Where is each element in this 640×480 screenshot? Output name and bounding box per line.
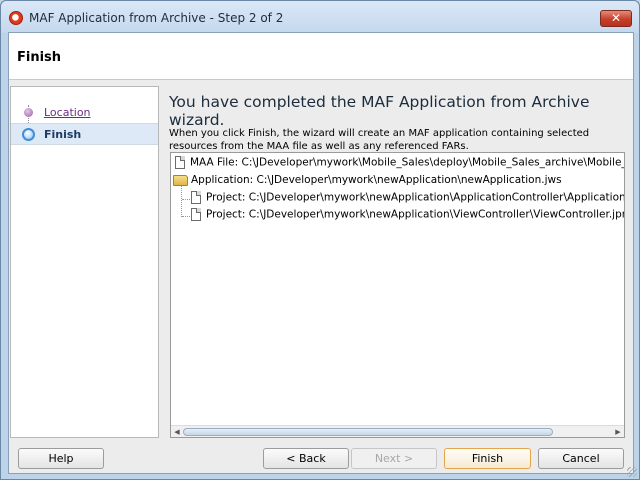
completion-description: When you click Finish, the wizard will c… <box>169 128 590 152</box>
resize-grip-icon[interactable] <box>627 467 637 477</box>
file-icon <box>191 191 201 204</box>
completion-heading: You have completed the MAF Application f… <box>169 93 590 129</box>
wizard-header: Finish <box>9 33 633 80</box>
wizard-body: Finish Location Finish You have complete… <box>8 32 634 474</box>
tree-node-project-viewcontroller[interactable]: Project: C:\JDeveloper\mywork\newApplica… <box>191 208 625 225</box>
file-icon <box>191 208 201 221</box>
train-step-finish: Finish <box>11 123 158 145</box>
tree-node-maa-file[interactable]: MAA File: C:\JDeveloper\mywork\Mobile_Sa… <box>175 156 625 173</box>
window-title: MAF Application from Archive - Step 2 of… <box>29 11 284 25</box>
finish-button[interactable]: Finish <box>444 448 531 469</box>
help-button[interactable]: Help <box>18 448 104 469</box>
tree-guide-line <box>182 199 190 200</box>
tree-node-label: Project: C:\JDeveloper\mywork\newApplica… <box>206 208 625 221</box>
close-button[interactable]: ✕ <box>600 10 632 27</box>
wizard-window: MAF Application from Archive - Step 2 of… <box>0 0 640 480</box>
train-step-label[interactable]: Location <box>44 106 91 119</box>
back-button[interactable]: < Back <box>263 448 349 469</box>
scroll-left-icon[interactable]: ◀ <box>171 427 183 437</box>
cancel-button[interactable]: Cancel <box>538 448 624 469</box>
summary-tree[interactable]: MAA File: C:\JDeveloper\mywork\Mobile_Sa… <box>170 152 625 438</box>
app-logo-icon <box>9 11 23 25</box>
tree-node-label: Project: C:\JDeveloper\mywork\newApplica… <box>206 191 625 204</box>
file-icon <box>175 156 185 169</box>
next-button[interactable]: Next > <box>351 448 437 469</box>
current-step-icon <box>22 128 35 141</box>
visited-step-icon <box>24 108 33 117</box>
page-title: Finish <box>17 50 62 65</box>
tree-guide-line <box>182 216 190 217</box>
tree-node-label: MAA File: C:\JDeveloper\mywork\Mobile_Sa… <box>190 156 625 169</box>
tree-node-project-applicationcontroller[interactable]: Project: C:\JDeveloper\mywork\newApplica… <box>191 191 625 208</box>
tree-node-label: Application: C:\JDeveloper\mywork\newApp… <box>191 174 562 186</box>
train-step-location[interactable]: Location <box>11 101 158 123</box>
horizontal-scrollbar[interactable]: ◀ ▶ <box>171 425 624 437</box>
title-bar[interactable]: MAF Application from Archive - Step 2 of… <box>1 1 639 33</box>
step-navigator: Location Finish <box>10 86 159 438</box>
scrollbar-thumb[interactable] <box>183 428 553 436</box>
scroll-right-icon[interactable]: ▶ <box>612 427 624 437</box>
folder-open-icon <box>173 174 188 186</box>
train-step-label: Finish <box>44 128 82 141</box>
tree-node-application[interactable]: Application: C:\JDeveloper\mywork\newApp… <box>173 174 562 191</box>
